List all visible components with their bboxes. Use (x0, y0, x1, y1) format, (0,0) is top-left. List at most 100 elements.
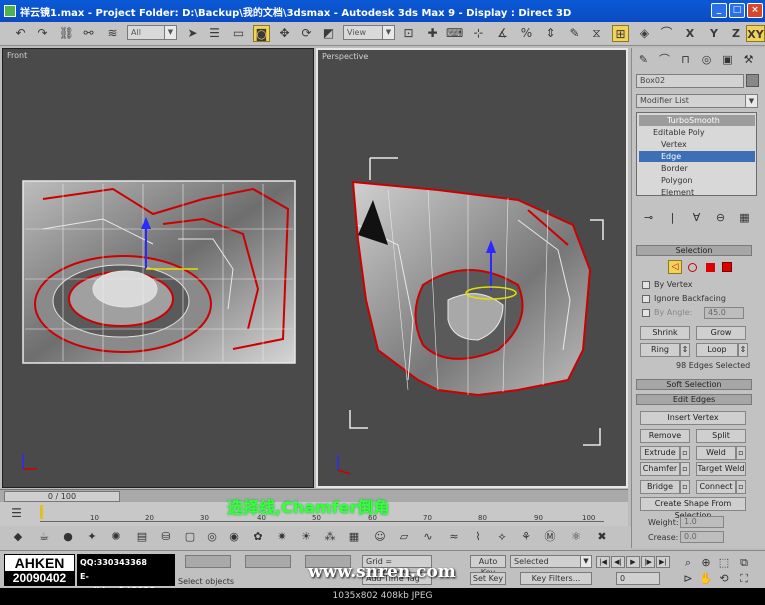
unlink-icon[interactable]: ⚯ (80, 25, 97, 42)
rectangular-selection-icon[interactable]: ▭ (230, 25, 247, 42)
field-of-view-icon[interactable]: ⊳ (680, 571, 696, 587)
chamfer-button[interactable]: Chamfer (640, 462, 680, 476)
create-shape-button[interactable]: Create Shape From Selection (640, 497, 746, 520)
set-key-button[interactable]: Set Key (470, 572, 506, 585)
hair-icon[interactable]: ≈ (446, 529, 462, 545)
select-and-rotate-icon[interactable]: ⟳ (298, 25, 315, 42)
select-and-scale-icon[interactable]: ◩ (320, 25, 337, 42)
border-mode-icon[interactable] (688, 263, 697, 272)
angle-snap-icon[interactable]: ∡ (494, 25, 511, 42)
bridge-settings-icon[interactable]: ▫ (680, 480, 690, 494)
grow-button[interactable]: Grow (696, 326, 746, 340)
ring-spinner[interactable]: ⇕ (680, 343, 690, 357)
biped-icon[interactable]: ✺ (108, 529, 124, 545)
modifier-list-dropdown[interactable]: Modifier List ▼ (636, 94, 758, 108)
axis-y-button[interactable]: Y (704, 25, 724, 42)
minimize-button[interactable]: _ (711, 3, 727, 18)
remove-button[interactable]: Remove (640, 429, 690, 443)
subobject-edge[interactable]: Edge (639, 151, 755, 162)
target-weld-button[interactable]: Target Weld (696, 462, 746, 476)
utility-icon[interactable]: ✖ (594, 529, 610, 545)
weld-settings-icon[interactable]: ▫ (736, 446, 746, 460)
subobject-polygon[interactable]: Polygon (639, 175, 755, 186)
weld-button[interactable]: Weld (696, 446, 736, 460)
extrude-settings-icon[interactable]: ▫ (680, 446, 690, 460)
keyboard-shortcut-override-icon[interactable]: ⌨ (446, 25, 463, 42)
material-icon[interactable]: ◉ (226, 529, 242, 545)
motion-tab-icon[interactable]: ◎ (698, 52, 715, 68)
dynamics-icon[interactable]: ⟡ (494, 529, 510, 545)
link-icon[interactable]: ⛓ (58, 25, 75, 42)
create-tab-icon[interactable]: ✎ (635, 52, 652, 68)
by-angle-checkbox[interactable] (642, 309, 650, 317)
reactor-icon[interactable]: ⚛ (568, 529, 584, 545)
pivot-center-icon[interactable]: ⊡ (400, 25, 417, 42)
soft-selection-rollout-header[interactable]: Soft Selection (636, 379, 752, 390)
subobject-vertex[interactable]: Vertex (639, 139, 755, 150)
configure-modifier-sets-icon[interactable]: ▦ (736, 210, 753, 226)
current-frame-field[interactable]: 0 (616, 572, 660, 585)
split-button[interactable]: Split (696, 429, 746, 443)
polygon-mode-icon[interactable] (706, 263, 715, 272)
weight-spinner[interactable]: 1.0 (680, 516, 724, 528)
percent-snap-icon[interactable]: % (518, 25, 535, 42)
character-icon[interactable]: ☺ (372, 529, 388, 545)
time-slider-thumb[interactable]: 0 / 100 (4, 491, 120, 502)
loop-spinner[interactable]: ⇕ (738, 343, 748, 357)
key-filters-button[interactable]: Key Filters... (520, 572, 592, 585)
by-angle-spinner[interactable]: 45.0 (704, 307, 744, 319)
previous-frame-icon[interactable]: ◀| (611, 556, 625, 568)
by-vertex-checkbox[interactable] (642, 281, 650, 289)
selection-rollout-header[interactable]: Selection (636, 245, 752, 256)
utilities-tab-icon[interactable]: ⚒ (740, 52, 757, 68)
bridge-button[interactable]: Bridge (640, 480, 680, 494)
crease-spinner[interactable]: 0.0 (680, 531, 724, 543)
show-end-result-icon[interactable]: | (664, 210, 681, 226)
cloth-icon[interactable]: ⌇ (470, 529, 486, 545)
zoom-icon[interactable]: ⌕ (680, 555, 696, 571)
snaps-toggle-icon[interactable]: ⊹ (470, 25, 487, 42)
select-and-move-icon[interactable]: ✥ (276, 25, 293, 42)
helper-icon[interactable]: ✷ (274, 529, 290, 545)
zoom-extents-icon[interactable]: ⬚ (716, 555, 732, 571)
window-crossing-icon[interactable]: ◙ (253, 25, 270, 42)
spinner-snap-icon[interactable]: ⇕ (542, 25, 559, 42)
chamfer-settings-icon[interactable]: ▫ (680, 462, 690, 476)
go-to-start-icon[interactable]: |◀ (596, 556, 610, 568)
connect-button[interactable]: Connect (696, 480, 736, 494)
loop-button[interactable]: Loop (696, 343, 738, 357)
connect-settings-icon[interactable]: ▫ (736, 480, 746, 494)
maximize-button[interactable]: □ (729, 3, 745, 18)
zoom-all-icon[interactable]: ⊕ (698, 555, 714, 571)
cylinder-icon[interactable]: ⛁ (158, 529, 174, 545)
align-icon[interactable]: ⊞ (612, 25, 629, 42)
reference-coord-dropdown[interactable]: View ▼ (343, 25, 395, 40)
axis-z-button[interactable]: Z (726, 25, 746, 42)
select-by-name-icon[interactable]: ☰ (206, 25, 223, 42)
ring-button[interactable]: Ring (640, 343, 680, 357)
maximize-viewport-icon[interactable]: ⛶ (736, 571, 752, 587)
display-tab-icon[interactable]: ▣ (719, 52, 736, 68)
box-icon[interactable]: ▢ (182, 529, 198, 545)
torus-icon[interactable]: ◎ (204, 529, 220, 545)
select-object-icon[interactable]: ➤ (184, 25, 201, 42)
remove-modifier-icon[interactable]: ⊖ (712, 210, 729, 226)
front-viewport[interactable]: Front (2, 48, 314, 488)
close-button[interactable]: × (747, 3, 763, 18)
subobject-border[interactable]: Border (639, 163, 755, 174)
play-icon[interactable]: ▶ (626, 556, 640, 568)
pan-icon[interactable]: ✋ (698, 571, 714, 587)
named-selection-icon[interactable]: ✎ (566, 25, 583, 42)
undo-icon[interactable]: ↶ (12, 25, 29, 42)
ignore-backfacing-checkbox[interactable] (642, 295, 650, 303)
object-icon[interactable]: ◆ (10, 529, 26, 545)
make-unique-icon[interactable]: ∀ (688, 210, 705, 226)
subobject-element[interactable]: Element (639, 187, 755, 198)
spline-icon[interactable]: ∿ (420, 529, 436, 545)
hierarchy-tab-icon[interactable]: ⊓ (677, 52, 694, 68)
next-frame-icon[interactable]: |▶ (641, 556, 655, 568)
go-to-end-icon[interactable]: ▶| (656, 556, 670, 568)
extrude-button[interactable]: Extrude (640, 446, 680, 460)
key-mode-dropdown[interactable]: Selected ▼ (510, 555, 592, 568)
light-icon[interactable]: ☀ (298, 529, 314, 545)
